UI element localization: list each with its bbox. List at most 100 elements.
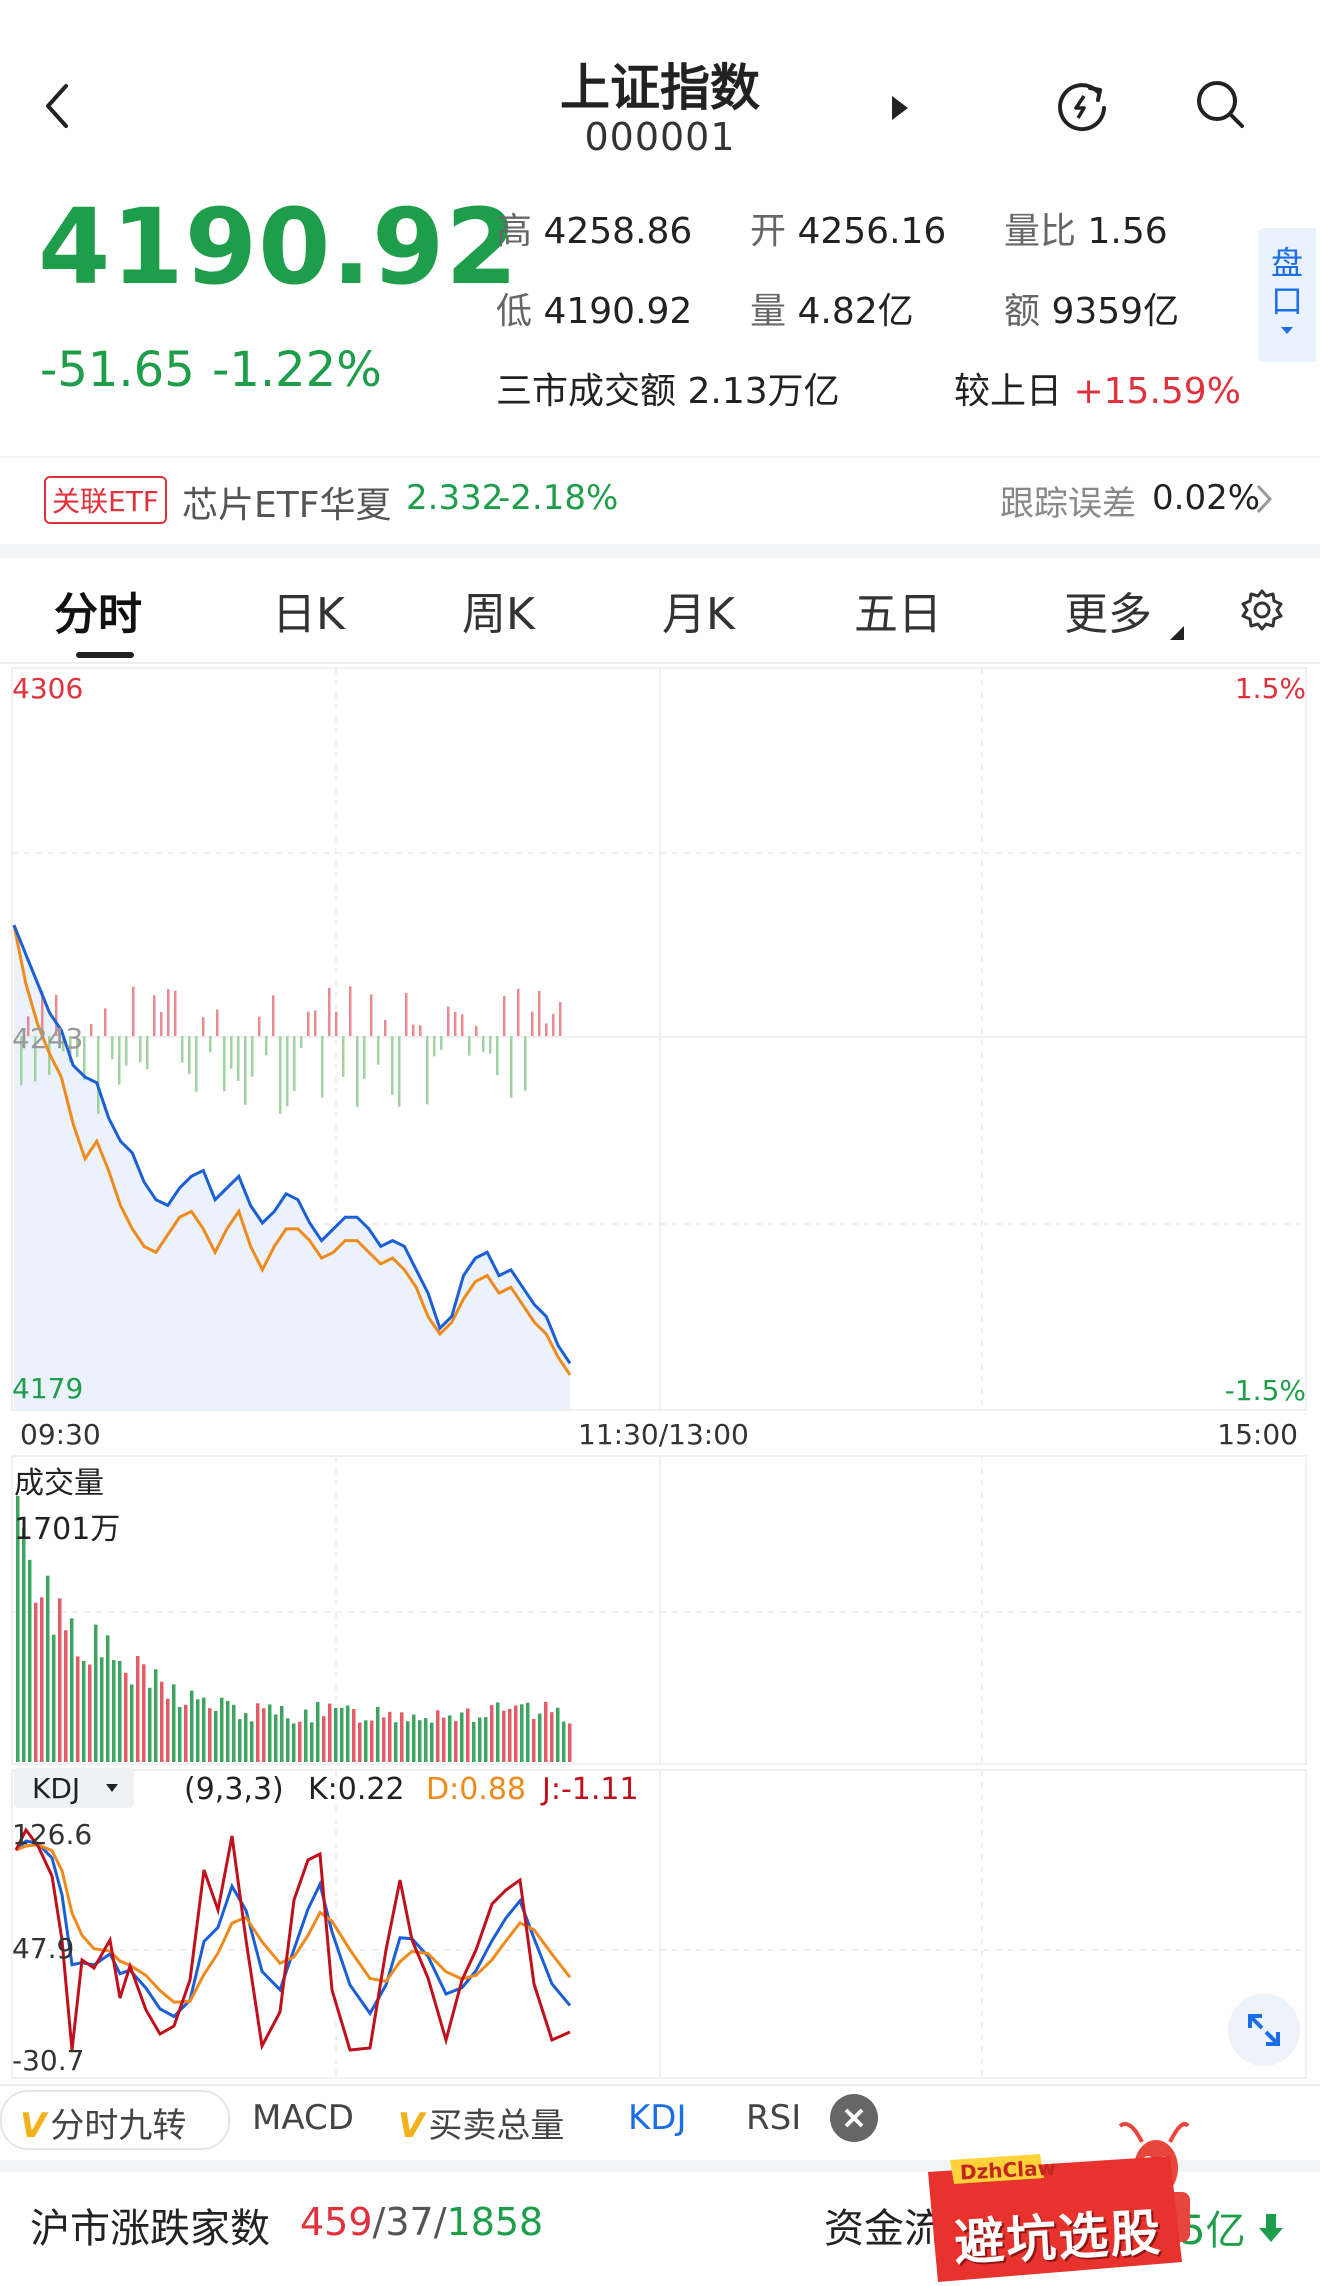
volume-bar [148,1687,152,1762]
market-amount-label: 三市成交额 [496,371,677,412]
order-book-button[interactable]: 盘口 [1258,228,1316,362]
promo-brand: DzhClaw [959,2155,1057,2185]
tab-weekly-k[interactable]: 周K [462,578,535,642]
volume-max: 1701万 [14,1512,121,1547]
time-axis-mid: 11:30/13:00 [578,1418,749,1451]
refresh-button[interactable] [1052,74,1116,138]
volume-bar [94,1624,98,1762]
volume-bar [298,1721,302,1762]
volume-bar [358,1722,362,1762]
stock-code: 000001 [584,115,736,159]
buy-sell-bar [286,1036,289,1107]
refresh-icon [1058,83,1106,132]
indicator-selector[interactable]: KDJ [14,1768,134,1808]
next-stock-button[interactable] [888,92,918,128]
volume-bar [136,1656,140,1762]
indicator-tab-kdj[interactable]: KDJ [628,2098,687,2138]
chevron-right-icon [1256,484,1273,514]
buy-sell-bar [482,1036,485,1053]
tab-daily-k[interactable]: 日K [272,578,345,642]
volume-bar [550,1712,554,1762]
close-icon [844,2108,864,2128]
volume-bar [154,1669,158,1762]
buy-sell-bar [517,988,520,1037]
volume-bar [418,1720,422,1762]
low-label: 低 [496,291,533,332]
vs-prev-value: +15.59% [1073,371,1241,412]
volume-bar [40,1597,44,1762]
ratio-value: 1.56 [1087,211,1168,252]
tab-more[interactable]: 更多 [1064,578,1152,642]
promo-banner[interactable]: DzhClaw 避坑选股 [920,2112,1190,2286]
volume-bar [220,1697,224,1762]
flat-count: 37 [385,2200,434,2244]
volume-bar [226,1701,230,1762]
volume-label: 量 [750,291,787,332]
volume-bar [322,1716,326,1762]
buy-sell-bar [503,995,506,1037]
volume-bar [538,1713,542,1762]
price-change-pct: -1.22% [212,342,382,398]
vip-v-icon: V [398,2106,425,2146]
buy-sell-bar [251,1036,254,1077]
arrow-down-icon [1259,2214,1284,2242]
volume-bar [130,1684,134,1762]
etf-name: 芯片ETF华夏 [182,485,392,526]
volume-bar [544,1701,548,1762]
volume-bar [244,1713,248,1762]
volume-bar [178,1707,182,1762]
volume-bar [238,1719,242,1762]
time-axis-start: 09:30 [20,1418,101,1451]
volume-bar [250,1721,254,1762]
search-button[interactable] [1190,74,1254,138]
close-indicator-button[interactable] [830,2094,878,2142]
track-error-label: 跟踪误差 [1000,484,1136,524]
open-value: 4256.16 [797,211,947,252]
pct-axis-top: 1.5% [1234,672,1306,705]
fullscreen-button[interactable] [1228,1994,1300,2066]
tab-five-day[interactable]: 五日 [854,578,942,642]
indicator-tab-rsi[interactable]: RSI [746,2098,801,2138]
kdj-params: (9,3,3) [184,1772,284,1807]
volume-bar [478,1717,482,1762]
volume-bar [256,1703,260,1762]
buy-sell-bar [209,1036,212,1053]
price-axis-top: 4306 [12,672,84,705]
tab-monthly-k[interactable]: 月K [662,578,735,642]
market-amount-stat: 三市成交额 2.13万亿 [496,362,840,414]
volume-bar [190,1690,194,1762]
volume-bar [472,1721,476,1762]
kdj-j-curve [14,1827,571,2052]
buy-sell-bar [405,992,408,1037]
volume-bar [286,1718,290,1762]
amount-label: 额 [1004,291,1041,332]
last-price: 4190.92 [38,186,519,308]
time-axis-end: 15:00 [1217,1418,1298,1451]
etf-row[interactable]: 关联ETF 芯片ETF华夏 2.332 -2.18% 跟踪误差 0.02% [0,458,1320,544]
indicator-tab-macd[interactable]: MACD [252,2098,354,2138]
open-label: 开 [750,211,787,252]
tab-intraday[interactable]: 分时 [54,578,142,642]
buy-sell-bar [125,1036,128,1066]
indicator-tab-buy-sell[interactable]: V 买卖总量 [398,2098,564,2147]
high-label: 高 [496,211,533,252]
volume-bar [106,1635,110,1762]
volume-bar [52,1634,56,1762]
chart-settings-button[interactable] [1238,586,1290,638]
buy-sell-bar [475,1026,478,1037]
gear-icon [1241,589,1283,631]
volume-bar [364,1720,368,1762]
volume-bar [70,1618,74,1762]
volume-bar [172,1684,176,1762]
volume-bar [232,1704,236,1762]
buy-sell-bar [531,1011,534,1037]
volume-bar [520,1704,524,1762]
buy-sell-bar [419,1025,422,1037]
etf-tag: 关联ETF [44,476,167,524]
buy-sell-bar [167,989,170,1037]
active-tab-indicator [76,652,134,658]
low-value: 4190.92 [543,291,693,332]
volume-bar [388,1711,392,1762]
volume-bar [58,1598,62,1762]
kdj-d-line [15,1843,572,2004]
